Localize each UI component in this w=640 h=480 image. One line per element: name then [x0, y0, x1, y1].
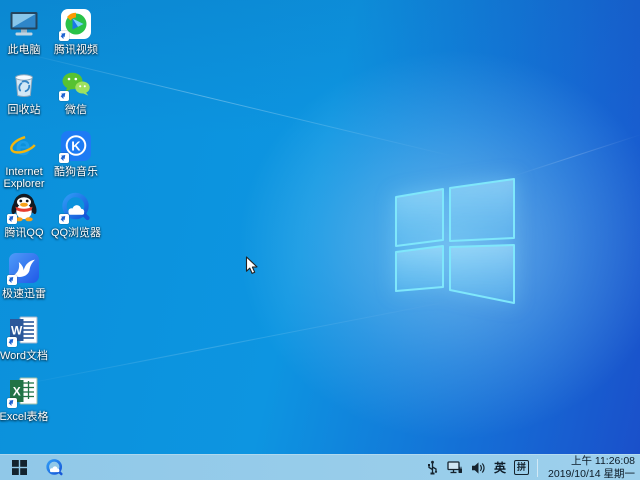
desktop-icon-tencent-video[interactable]: 腾讯视频	[53, 7, 99, 56]
desktop-icon-label: Internet Explorer	[0, 166, 52, 190]
shortcut-arrow-icon	[7, 398, 17, 408]
tray-divider	[537, 459, 538, 477]
shortcut-arrow-icon	[59, 91, 69, 101]
usb-safely-remove-icon[interactable]	[426, 460, 439, 475]
desktop-icon-label: Excel表格	[0, 411, 52, 423]
svg-text:W: W	[11, 324, 23, 338]
word-document-icon: W	[7, 313, 41, 347]
shortcut-arrow-icon	[7, 337, 17, 347]
desktop-icon-label: 酷狗音乐	[48, 166, 104, 178]
desktop-icon-word-document[interactable]: W Word文档	[1, 313, 47, 362]
taskbar-qq-browser-button[interactable]	[38, 455, 70, 480]
desktop-icon-label: 此电脑	[0, 44, 52, 56]
volume-icon[interactable]	[471, 461, 486, 475]
network-status-icon[interactable]	[447, 461, 463, 475]
language-indicator[interactable]: 英	[494, 459, 506, 476]
internet-explorer-icon: e	[7, 129, 41, 163]
taskbar: 英 拼 上午 11:26:08 2019/10/14 星期一	[0, 454, 640, 480]
shortcut-arrow-icon	[59, 214, 69, 224]
qq-browser-icon	[45, 458, 64, 477]
start-windows-icon	[12, 460, 27, 475]
shortcut-arrow-icon	[59, 153, 69, 163]
desktop-icon-label: 腾讯QQ	[0, 227, 52, 239]
desktop-wallpaper[interactable]: 此电脑 腾讯视频	[0, 0, 640, 454]
svg-text:X: X	[13, 385, 21, 399]
ime-pinyin-icon[interactable]: 拼	[514, 460, 529, 475]
clock-date: 2019/10/14 星期一	[548, 468, 635, 480]
tencent-qq-icon	[7, 190, 41, 224]
kugou-music-icon: K	[59, 129, 93, 163]
desktop-icon-qq-browser[interactable]: QQ浏览器	[53, 190, 99, 239]
light-ray	[0, 300, 454, 389]
taskbar-clock[interactable]: 上午 11:26:08 2019/10/14 星期一	[546, 455, 635, 480]
windows-desktop: 此电脑 腾讯视频	[0, 0, 640, 480]
desktop-icon-label: 回收站	[0, 104, 52, 116]
desktop-icon-wechat[interactable]: 微信	[53, 67, 99, 116]
desktop-icon-internet-explorer[interactable]: e Internet Explorer	[1, 129, 47, 190]
qq-browser-icon	[59, 190, 93, 224]
svg-text:e: e	[15, 131, 30, 161]
desktop-icon-label: QQ浏览器	[48, 227, 104, 239]
desktop-icon-label: 腾讯视频	[48, 44, 104, 56]
excel-sheet-icon: X	[7, 374, 41, 408]
system-tray: 英 拼 上午 11:26:08 2019/10/14 星期一	[426, 455, 640, 480]
desktop-icon-label: 微信	[48, 104, 104, 116]
recycle-bin-icon	[7, 67, 41, 101]
xunlei-thunder-icon	[7, 251, 41, 285]
desktop-icon-kugou-music[interactable]: K 酷狗音乐	[53, 129, 99, 178]
desktop-icon-recycle-bin[interactable]: 回收站	[1, 67, 47, 116]
svg-text:K: K	[71, 139, 81, 154]
start-button[interactable]	[0, 455, 38, 480]
this-pc-icon	[7, 7, 41, 41]
desktop-icon-tencent-qq[interactable]: 腾讯QQ	[1, 190, 47, 239]
shortcut-arrow-icon	[59, 31, 69, 41]
shortcut-arrow-icon	[7, 275, 17, 285]
light-ray	[512, 133, 640, 177]
desktop-icon-this-pc[interactable]: 此电脑	[1, 7, 47, 56]
tencent-video-icon	[59, 7, 93, 41]
desktop-icon-label: 极速迅雷	[0, 288, 52, 300]
wechat-icon	[59, 67, 93, 101]
shortcut-arrow-icon	[7, 214, 17, 224]
clock-time: 上午 11:26:08	[548, 455, 635, 468]
desktop-icon-xunlei-thunder[interactable]: 极速迅雷	[1, 251, 47, 300]
desktop-icon-excel-sheet[interactable]: X Excel表格	[1, 374, 47, 423]
desktop-icon-label: Word文档	[0, 350, 52, 362]
windows-logo	[390, 172, 520, 307]
mouse-cursor	[245, 256, 259, 276]
